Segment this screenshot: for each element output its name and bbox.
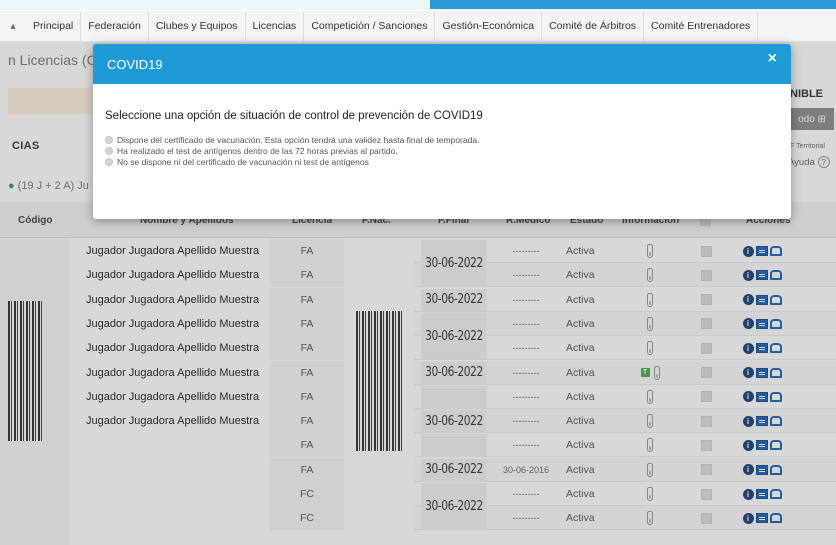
- nav-item-gestion-economica[interactable]: Gestión-Económica: [435, 11, 543, 41]
- nav-item-clubes-equipos[interactable]: Clubes y Equipos: [149, 11, 246, 41]
- modal-question: Seleccione una opción de situación de co…: [105, 110, 483, 122]
- covid-modal: COVID19 × Seleccione una opción de situa…: [93, 44, 791, 219]
- radio-none[interactable]: [105, 157, 113, 166]
- nav-item-competicion-sanciones[interactable]: Competición / Sanciones: [304, 11, 436, 41]
- nav-item-comite-entrenadores[interactable]: Comité Entrenadores: [644, 11, 759, 41]
- close-icon[interactable]: ×: [768, 50, 777, 68]
- option-none[interactable]: No se dispone ni del certificado de vacu…: [105, 156, 779, 167]
- home-arrow-icon[interactable]: ▴: [0, 21, 26, 32]
- top-accent-bar: [430, 0, 836, 9]
- option-vaccination-label: Dispone del certificado de vacunación. E…: [117, 134, 480, 145]
- nav-item-comite-arbitros[interactable]: Comité de Árbitros: [542, 11, 645, 41]
- nav-item-federacion[interactable]: Federación: [81, 11, 149, 41]
- radio-antigen-test[interactable]: [105, 146, 113, 155]
- radio-vaccination[interactable]: [105, 135, 113, 144]
- nav-item-licencias[interactable]: Licencias: [246, 11, 305, 41]
- main-nav: ▴ Principal Federación Clubes y Equipos …: [0, 11, 836, 42]
- nav-item-principal[interactable]: Principal: [26, 11, 82, 41]
- option-vaccination[interactable]: Dispone del certificado de vacunación. E…: [105, 134, 779, 145]
- option-antigen-test-label: Ha realizado el test de antígenos dentro…: [117, 145, 398, 156]
- modal-header: COVID19 ×: [93, 44, 791, 84]
- option-none-label: No se dispone ni del certificado de vacu…: [117, 156, 369, 167]
- modal-title: COVID19: [107, 56, 163, 72]
- modal-body: Seleccione una opción de situación de co…: [93, 84, 791, 167]
- option-antigen-test[interactable]: Ha realizado el test de antígenos dentro…: [105, 145, 779, 156]
